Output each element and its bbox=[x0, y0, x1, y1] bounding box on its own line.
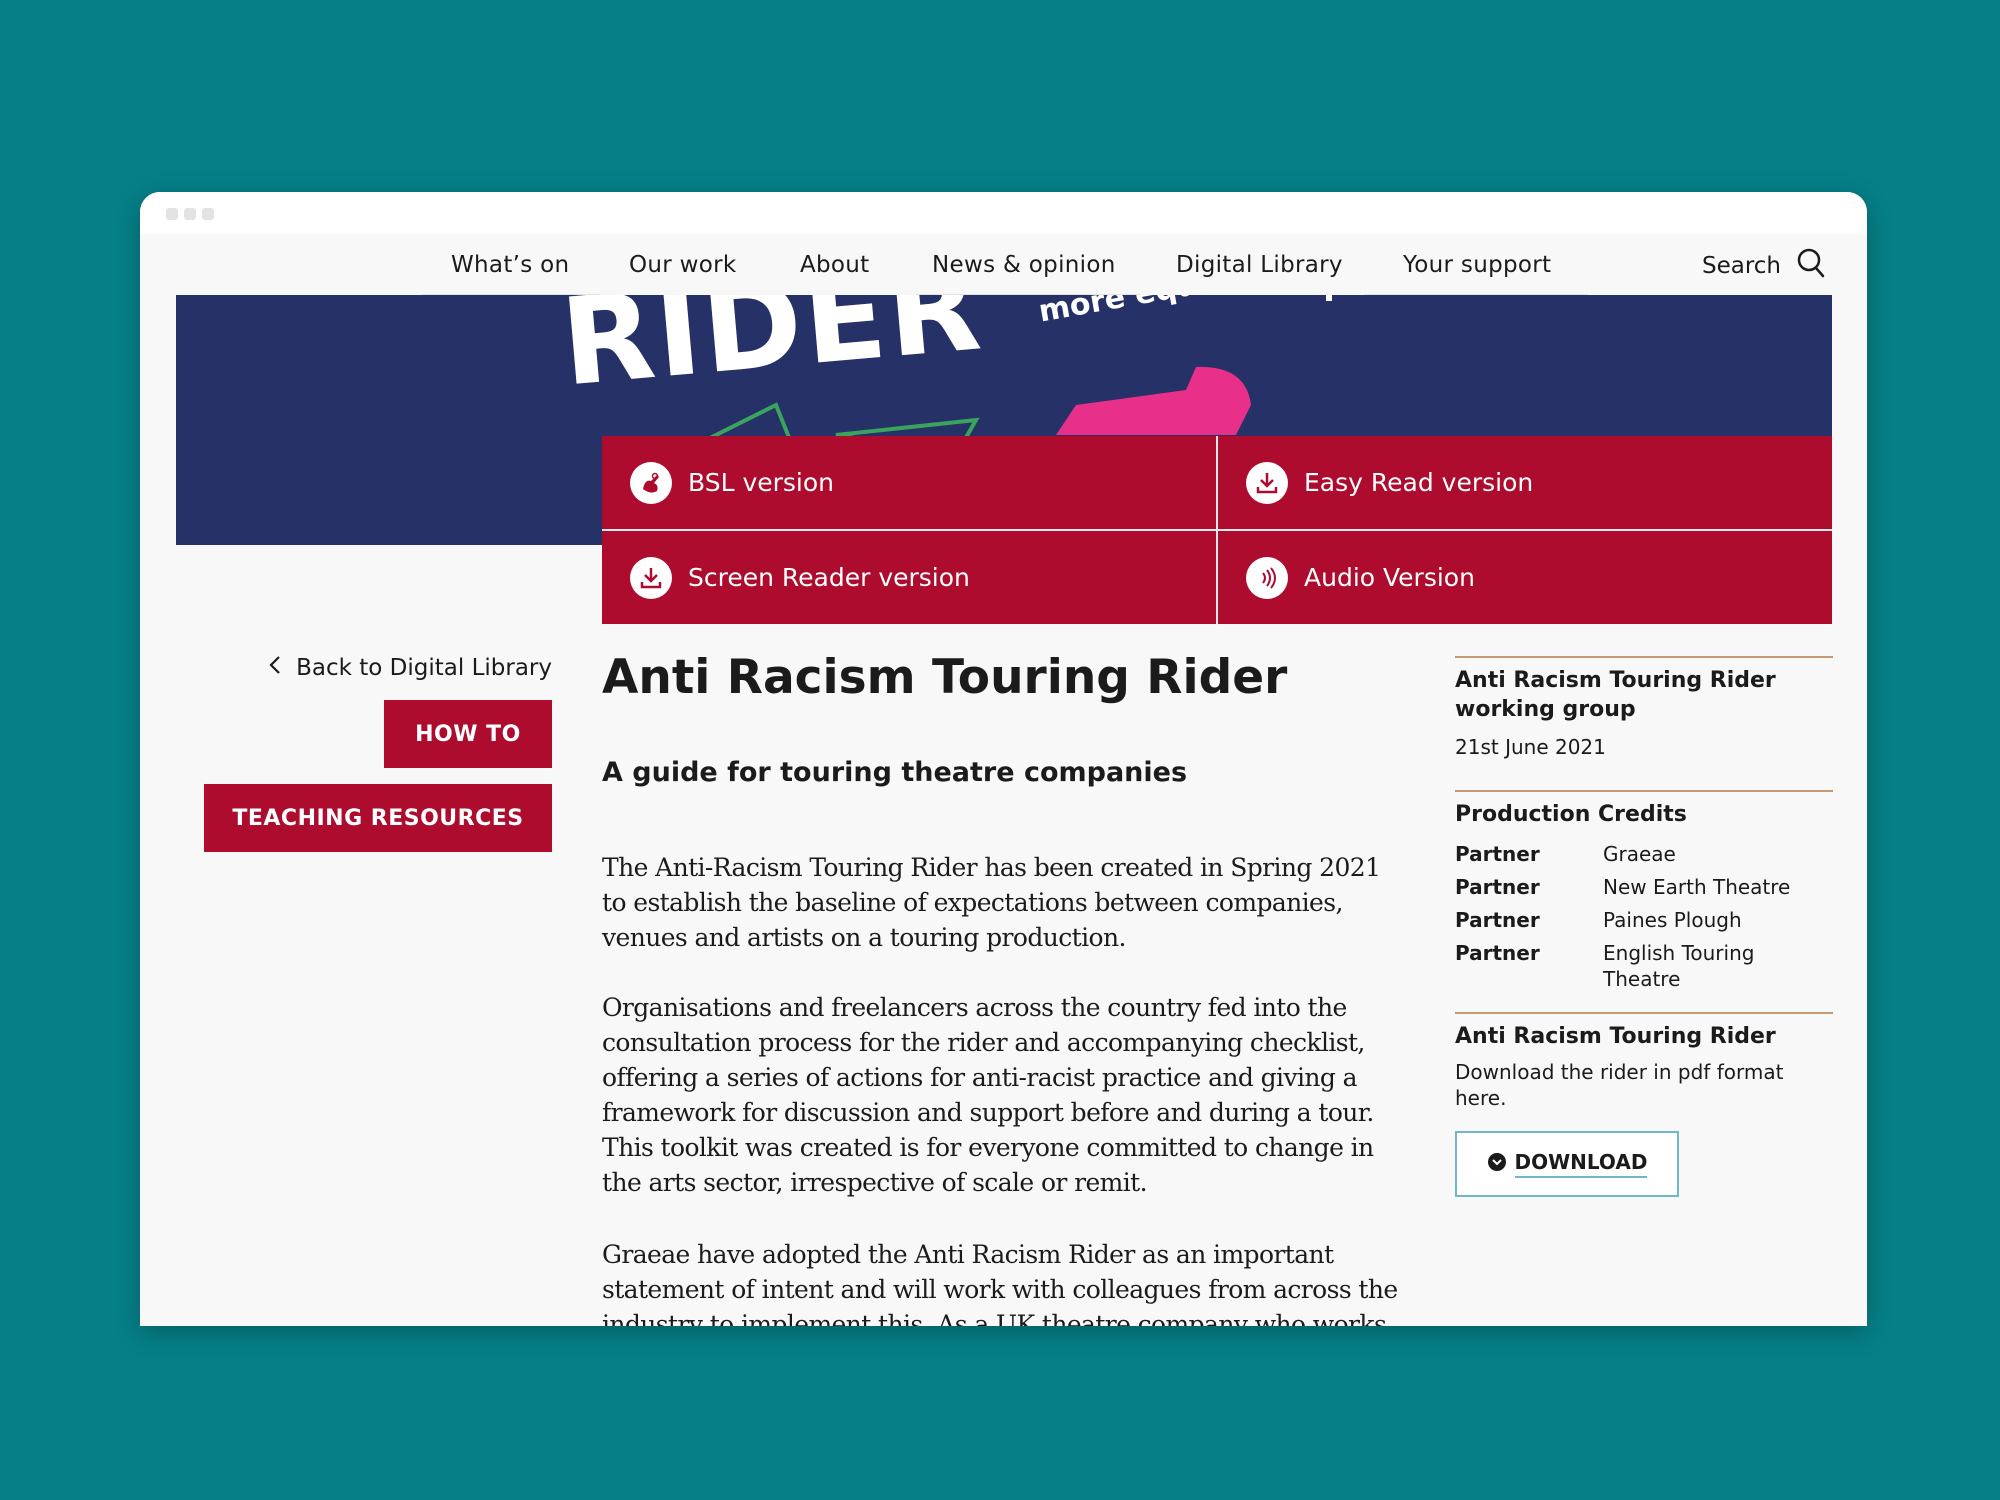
credit-role: Partner bbox=[1455, 842, 1540, 866]
back-link-label: Back to Digital Library bbox=[296, 655, 552, 681]
easy-read-version-button[interactable]: Easy Read version bbox=[1218, 436, 1832, 529]
credit-name: Paines Plough bbox=[1603, 908, 1742, 932]
download-heading: Anti Racism Touring Rider bbox=[1455, 1024, 1776, 1049]
nav-item-digital-library[interactable]: Digital Library bbox=[1176, 252, 1343, 278]
download-label: DOWNLOAD bbox=[1514, 1150, 1648, 1178]
credit-name: New Earth Theatre bbox=[1603, 875, 1791, 899]
window-dot bbox=[166, 208, 178, 220]
article-paragraph: Organisations and freelancers across the… bbox=[602, 993, 1374, 1197]
credit-row: Partner Graeae bbox=[1455, 841, 1833, 867]
version-buttons: BSL version Easy Read version Screen Rea… bbox=[602, 436, 1832, 624]
browser-window: What’s on Our work About News & opinion … bbox=[140, 192, 1867, 1326]
credit-row: Partner English Touring Theatre bbox=[1455, 940, 1833, 992]
article-paragraph: Graeae have adopted the Anti Racism Ride… bbox=[602, 1240, 1398, 1326]
nav-item-about[interactable]: About bbox=[800, 252, 870, 278]
download-description: Download the rider in pdf format here. bbox=[1455, 1060, 1784, 1110]
credit-name: Graeae bbox=[1603, 842, 1676, 866]
page-subtitle: A guide for touring theatre companies bbox=[602, 757, 1188, 788]
tag-how-to[interactable]: HOW TO bbox=[384, 700, 552, 768]
window-dot bbox=[184, 208, 196, 220]
search-icon bbox=[1797, 248, 1825, 284]
audio-version-button[interactable]: Audio Version bbox=[1218, 531, 1832, 624]
window-dot bbox=[202, 208, 214, 220]
search-button[interactable]: Search bbox=[1702, 248, 1825, 284]
chevron-left-icon bbox=[268, 654, 282, 682]
download-button[interactable]: DOWNLOAD bbox=[1455, 1131, 1679, 1197]
credit-role: Partner bbox=[1455, 941, 1540, 965]
main-nav: What’s on Our work About News & opinion … bbox=[140, 234, 1867, 298]
download-icon bbox=[1246, 461, 1288, 504]
bsl-version-label: BSL version bbox=[688, 468, 835, 497]
tag-teaching-resources[interactable]: TEACHING RESOURCES bbox=[204, 784, 552, 852]
download-circle-icon bbox=[1487, 1152, 1507, 1177]
back-to-digital-library-link[interactable]: Back to Digital Library bbox=[250, 654, 552, 682]
credit-row: Partner Paines Plough bbox=[1455, 907, 1833, 933]
download-icon bbox=[630, 556, 672, 599]
article-sidebar: Anti Racism Touring Rider working group … bbox=[1455, 656, 1833, 1197]
credit-role: Partner bbox=[1455, 908, 1540, 932]
publish-date: 21st June 2021 bbox=[1455, 735, 1606, 759]
article-paragraph: The Anti-Racism Touring Rider has been c… bbox=[602, 853, 1381, 952]
search-label: Search bbox=[1701, 253, 1781, 279]
sign-language-icon bbox=[630, 461, 672, 504]
nav-item-whats-on[interactable]: What’s on bbox=[451, 252, 569, 278]
browser-chrome bbox=[140, 192, 1867, 234]
audio-version-label: Audio Version bbox=[1304, 563, 1475, 592]
page-title: Anti Racism Touring Rider bbox=[602, 650, 1288, 705]
sidebar-divider bbox=[1455, 656, 1833, 658]
sidebar-divider bbox=[1455, 1012, 1833, 1014]
nav-item-our-work[interactable]: Our work bbox=[629, 252, 737, 278]
nav-item-news-opinion[interactable]: News & opinion bbox=[932, 252, 1116, 278]
credit-row: Partner New Earth Theatre bbox=[1455, 874, 1833, 900]
audio-icon bbox=[1246, 556, 1288, 599]
nav-item-your-support[interactable]: Your support bbox=[1403, 252, 1551, 278]
screen-reader-version-label: Screen Reader version bbox=[688, 563, 970, 592]
screen-reader-version-button[interactable]: Screen Reader version bbox=[602, 531, 1216, 624]
easy-read-version-label: Easy Read version bbox=[1304, 468, 1534, 497]
credit-role: Partner bbox=[1455, 875, 1540, 899]
credit-name: English Touring Theatre bbox=[1603, 941, 1755, 991]
sidebar-divider bbox=[1455, 790, 1833, 792]
credits-heading: Production Credits bbox=[1455, 802, 1687, 827]
bsl-version-button[interactable]: BSL version bbox=[602, 436, 1216, 529]
author-name: Anti Racism Touring Rider working group bbox=[1455, 668, 1776, 722]
